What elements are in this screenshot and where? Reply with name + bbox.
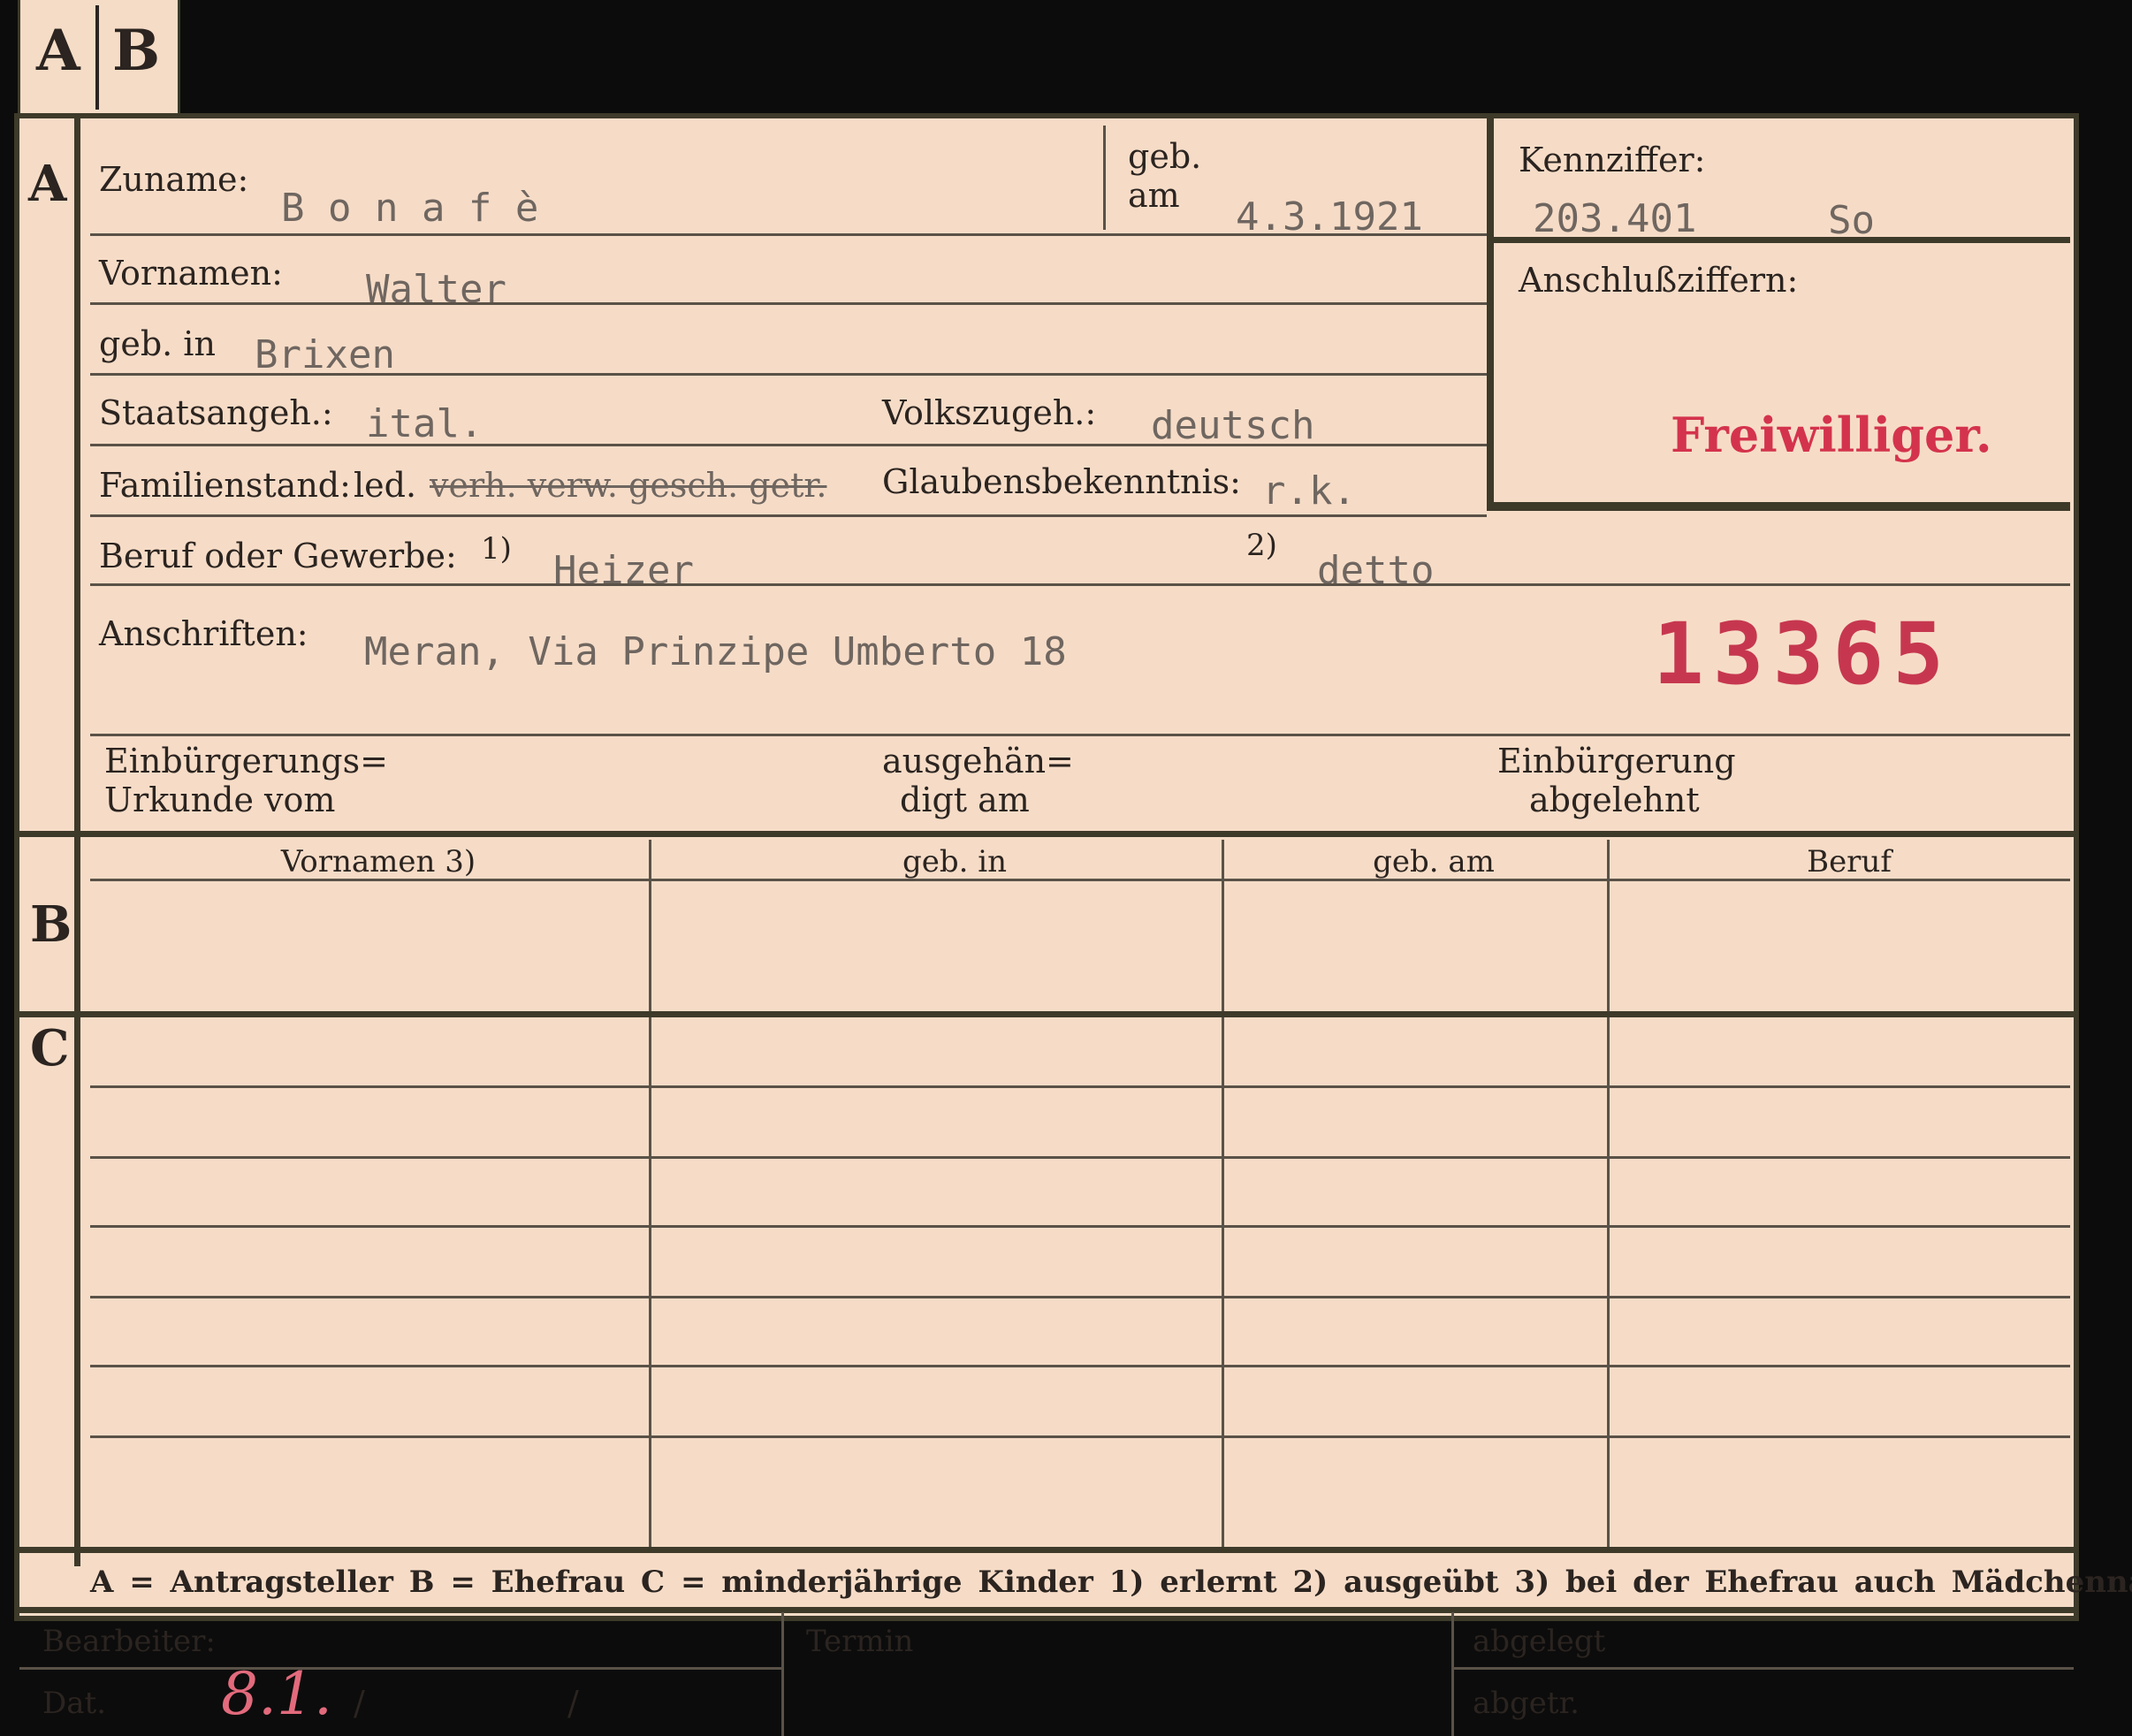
section-ab-divider xyxy=(19,831,2074,837)
section-letter-a: A xyxy=(28,155,67,213)
tab-letter-a: A xyxy=(36,18,80,84)
legend: A = Antragsteller B = Ehefrau C = minder… xyxy=(90,1565,2132,1600)
abgetr-label: abgetr. xyxy=(1473,1686,1580,1721)
ausgehaendigt-line2: digt am xyxy=(900,780,1030,819)
am-label: am xyxy=(1128,176,1180,215)
ausgehaendigt-line1: ausgehän= xyxy=(882,742,1074,780)
vornamen-label: Vornamen: xyxy=(99,254,283,293)
glaubensbekenntnis-label: Glaubensbekenntnis: xyxy=(882,462,1241,501)
header-geb-am: geb. am xyxy=(1373,844,1495,879)
freiwilliger-stamp: Freiwilliger. xyxy=(1671,407,1992,463)
einbuergerung-abgelehnt-line1: Einbürgerung xyxy=(1497,742,1736,780)
anschrift-value: Meran, Via Prinzipe Umberto 18 xyxy=(364,629,1067,674)
geb-in-label: geb. in xyxy=(99,324,216,363)
header-beruf: Beruf xyxy=(1807,844,1892,879)
row-geb-in-line xyxy=(90,373,1487,376)
section-a-rule xyxy=(74,118,80,836)
c-row-line-1 xyxy=(90,1085,2070,1088)
abgelegt-label: abgelegt xyxy=(1473,1624,1606,1659)
c-row-line-4 xyxy=(90,1296,2070,1298)
header-geb-in: geb. in xyxy=(902,844,1008,879)
header-underline xyxy=(90,879,2070,881)
beruf-mark-1: 1) xyxy=(481,531,512,567)
geb-in-value: Brixen xyxy=(255,332,395,377)
geb-am-value: 4.3.1921 xyxy=(1236,194,1423,240)
date-slash-2: / xyxy=(567,1684,579,1723)
row-staatsangeh-line xyxy=(90,444,1487,446)
col-divider-1 xyxy=(649,840,651,1547)
col-divider-2 xyxy=(1222,840,1224,1547)
beruf-label: Beruf oder Gewerbe: xyxy=(99,537,457,575)
registration-number-stamp: 13365 xyxy=(1653,605,1953,704)
legend-top-rule xyxy=(19,1547,2074,1553)
section-letter-c: C xyxy=(30,1019,70,1077)
row-familienstand-line xyxy=(90,514,1487,517)
row-zuname-line xyxy=(90,233,1487,236)
index-tab: A B xyxy=(18,0,180,116)
tab-divider xyxy=(95,5,99,110)
familienstand-selected: led. xyxy=(354,466,417,505)
kennziffer-number: 203.401 xyxy=(1533,196,1697,241)
c-row-line-6 xyxy=(90,1435,2070,1438)
row-vornamen-line xyxy=(90,302,1487,305)
anschriften-label: Anschriften: xyxy=(99,614,308,653)
einbuergerung-urkunde-line2: Urkunde vom xyxy=(104,780,336,819)
header-vornamen: Vornamen 3) xyxy=(280,844,476,879)
glaubensbekenntnis-value: r.k. xyxy=(1262,468,1356,514)
tab-letter-b: B xyxy=(112,18,161,84)
dat-label: Dat. xyxy=(42,1686,107,1721)
legend-bottom-rule xyxy=(19,1607,2074,1613)
familienstand-label: Familienstand: xyxy=(99,466,351,505)
handwritten-date: 8.1. xyxy=(221,1660,332,1728)
col-divider-3 xyxy=(1607,840,1610,1547)
section-bc-rule xyxy=(74,836,80,1566)
volkszugeh-value: deutsch xyxy=(1151,403,1315,448)
row-beruf-line xyxy=(90,583,2070,586)
volkszugeh-label: Volkszugeh.: xyxy=(882,393,1097,432)
c-row-line-5 xyxy=(90,1365,2070,1367)
c-row-line-2 xyxy=(90,1156,2070,1159)
date-slash-1: / xyxy=(354,1684,365,1723)
zuname-label: Zuname: xyxy=(99,160,249,199)
registration-card: A B C Kennziffer: 203.401 So Anschlußzif… xyxy=(14,113,2132,1736)
section-letter-b: B xyxy=(30,895,72,954)
termin-label: Termin xyxy=(806,1624,914,1659)
footer-divider-1 xyxy=(781,1612,784,1736)
staatsangeh-label: Staatsangeh.: xyxy=(99,393,333,432)
beruf-mark-2: 2) xyxy=(1246,528,1277,563)
footer-divider-2 xyxy=(1451,1612,1454,1736)
geb-label: geb. xyxy=(1128,137,1202,176)
geb-am-divider xyxy=(1103,126,1106,230)
row-anschriften-line xyxy=(90,734,2070,736)
section-bc-divider xyxy=(19,1011,2074,1017)
einbuergerung-abgelehnt-line2: abgelehnt xyxy=(1529,780,1700,819)
c-row-line-3 xyxy=(90,1225,2070,1228)
anschlussziffern-label: Anschlußziffern: xyxy=(1519,261,1799,300)
bearbeiter-line xyxy=(19,1667,781,1670)
staatsangeh-value: ital. xyxy=(366,401,484,446)
kennziffer-suffix: So xyxy=(1828,198,1875,243)
einbuergerung-urkunde-line1: Einbürgerungs= xyxy=(104,742,388,780)
bearbeiter-label: Bearbeiter: xyxy=(42,1624,216,1659)
familienstand-struck-options: verh. verw. gesch. getr. xyxy=(430,466,827,505)
kennziffer-label: Kennziffer: xyxy=(1519,141,1706,179)
zuname-value: B o n a f è xyxy=(281,186,539,231)
abgelegt-line xyxy=(1453,1667,2074,1670)
